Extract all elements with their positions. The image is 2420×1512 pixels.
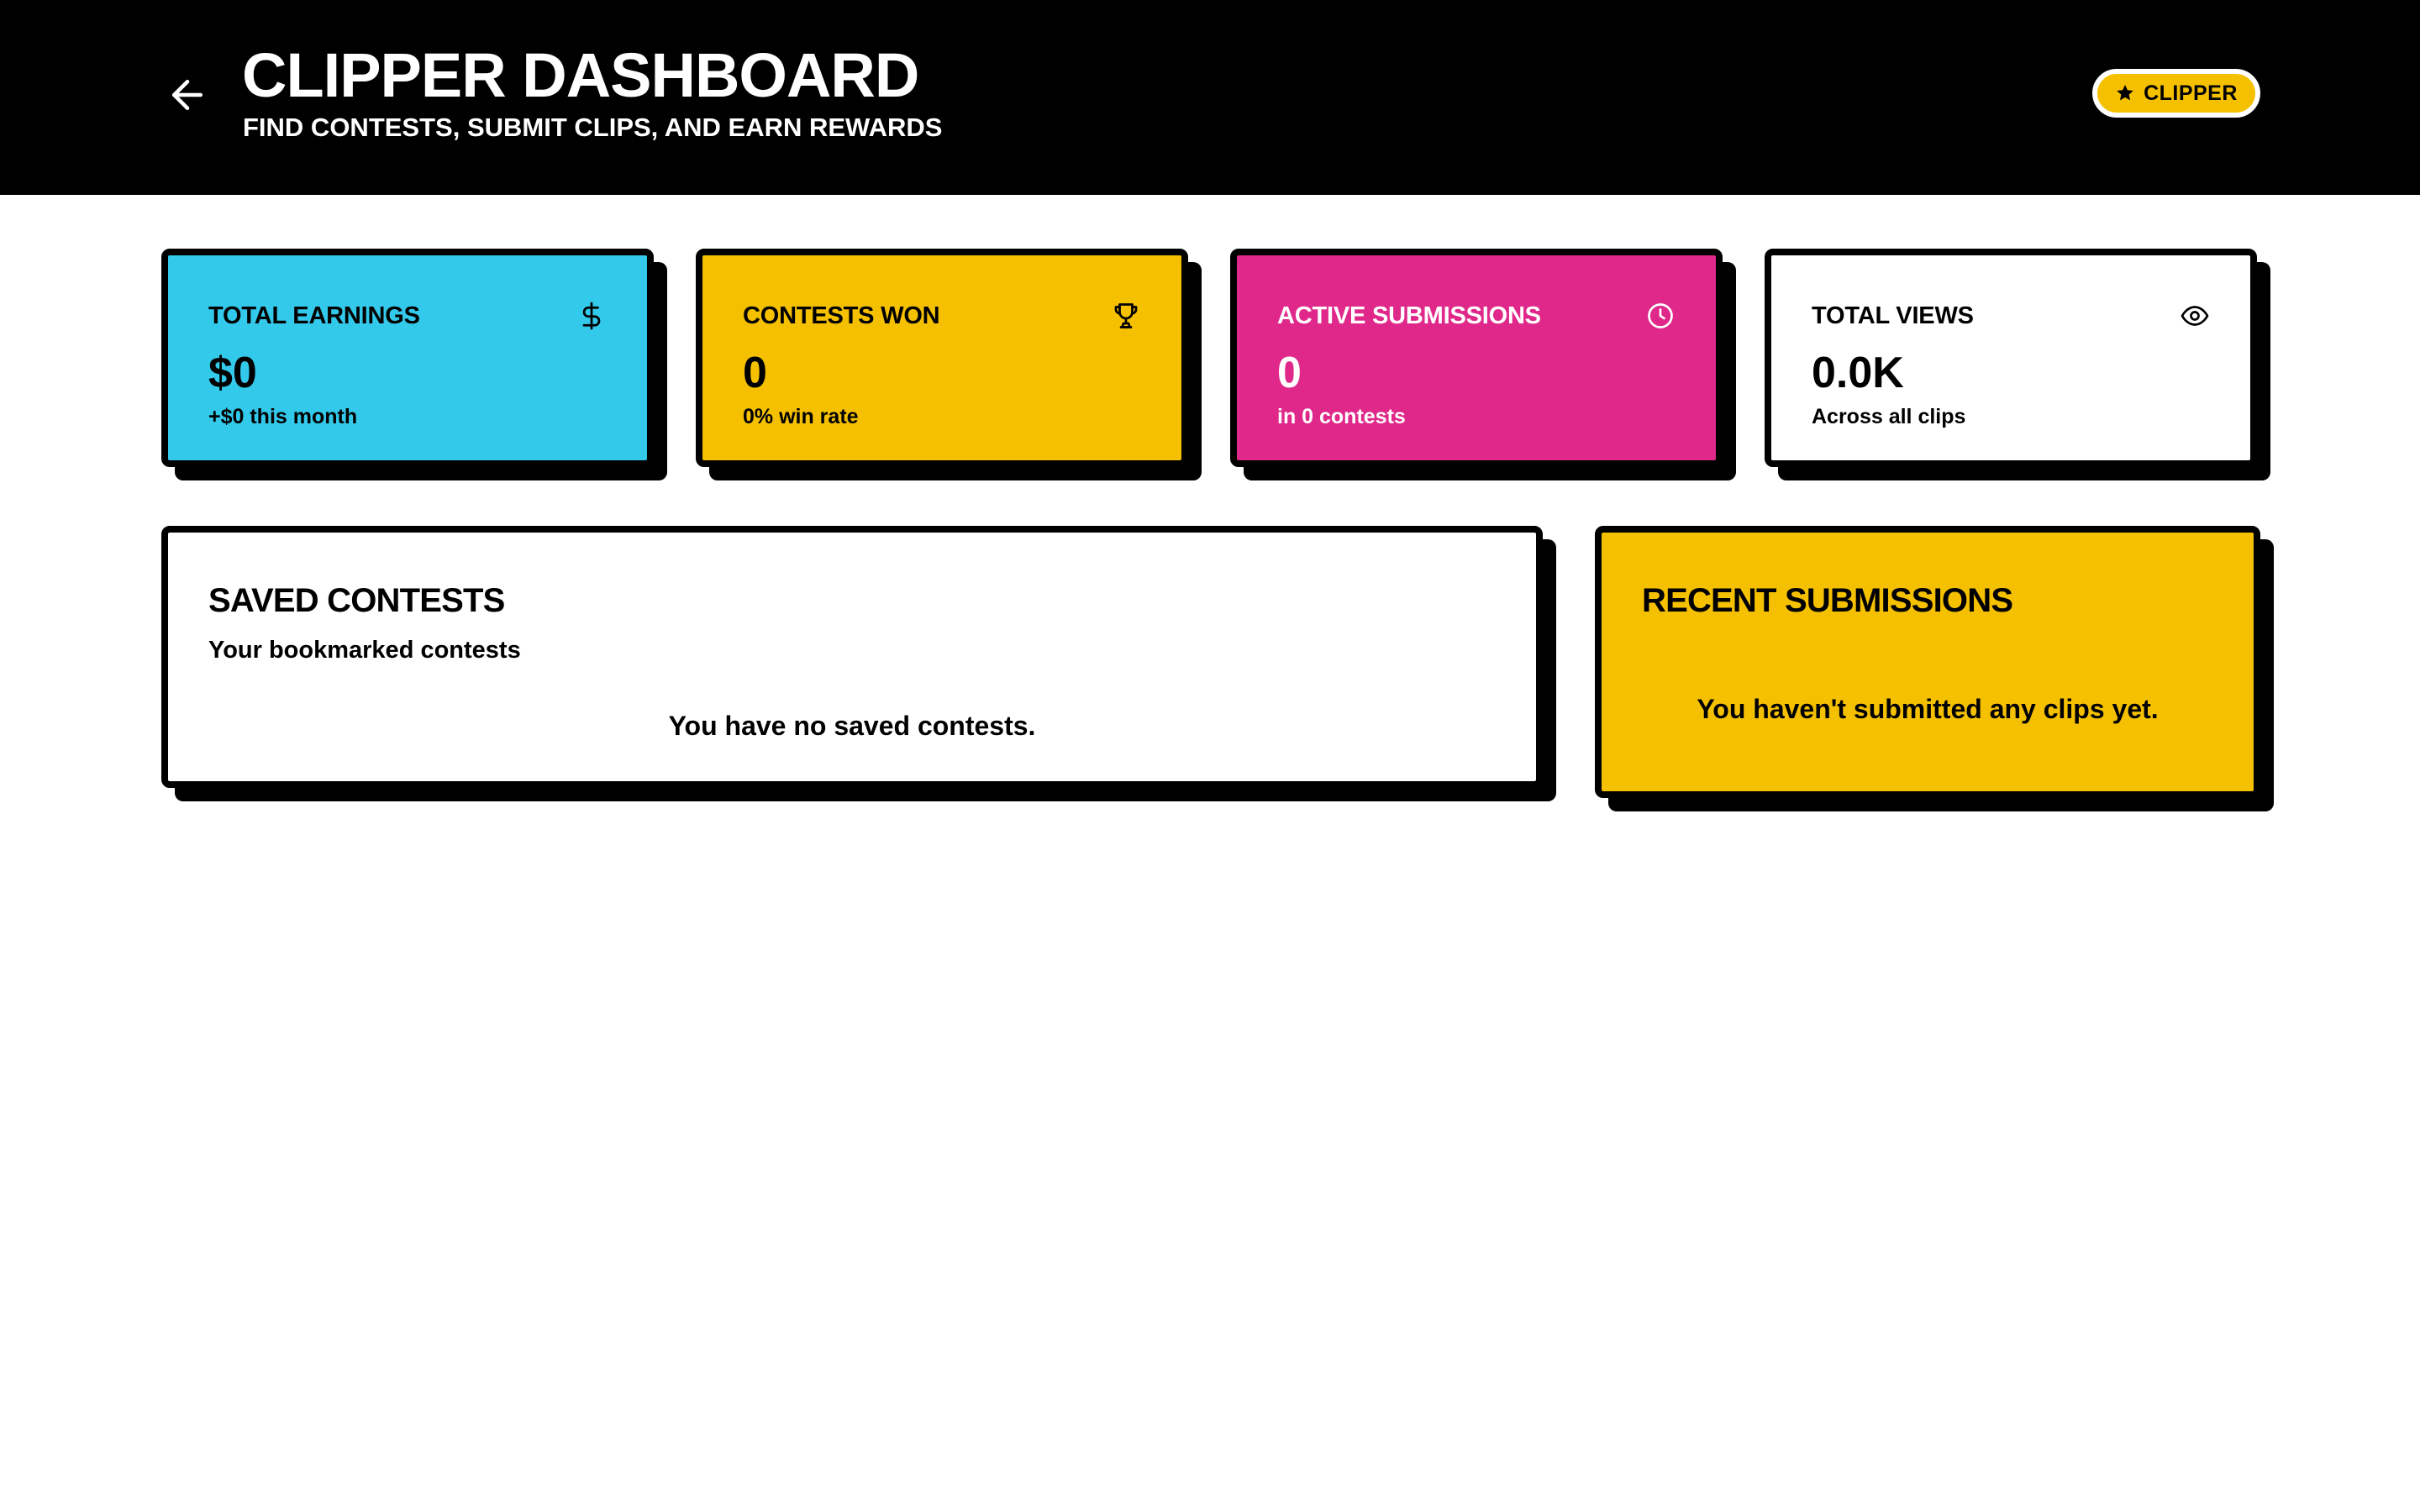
stat-card-active-submissions: ACTIVE SUBMISSIONS 0 in 0 contests: [1230, 249, 1723, 467]
role-badge: CLIPPER: [2092, 69, 2260, 118]
saved-contests-title: SAVED CONTESTS: [208, 582, 505, 619]
stat-label: ACTIVE SUBMISSIONS: [1277, 302, 1541, 329]
saved-contests-panel: SAVED CONTESTS Your bookmarked contests …: [161, 526, 1543, 788]
page-subtitle: FIND CONTESTS, SUBMIT CLIPS, AND EARN RE…: [243, 113, 943, 142]
stat-sub: in 0 contests: [1277, 405, 1406, 428]
page-title: CLIPPER DASHBOARD: [242, 40, 919, 110]
stat-label: CONTESTS WON: [743, 302, 940, 329]
recent-submissions-empty-message: You haven't submitted any clips yet.: [1697, 694, 2159, 724]
saved-contests-empty-message: You have no saved contests.: [668, 711, 1036, 741]
star-icon: [2117, 85, 2133, 101]
recent-submissions-panel: RECENT SUBMISSIONS You haven't submitted…: [1595, 526, 2260, 798]
stat-sub: Across all clips: [1812, 405, 1966, 428]
stat-card-total-earnings: TOTAL EARNINGS $0 +$0 this month: [161, 249, 654, 467]
stat-value: 0.0K: [1812, 349, 1904, 397]
saved-contests-subtitle: Your bookmarked contests: [208, 637, 521, 664]
dollar-icon: [576, 301, 607, 331]
arrow-left-icon: [172, 80, 203, 110]
back-button[interactable]: [165, 72, 210, 118]
stat-value: $0: [208, 349, 257, 397]
stat-label: TOTAL EARNINGS: [208, 302, 420, 329]
recent-submissions-title: RECENT SUBMISSIONS: [1642, 582, 2013, 619]
stat-value: 0: [743, 349, 767, 397]
dashboard-header: CLIPPER DASHBOARD FIND CONTESTS, SUBMIT …: [0, 0, 2420, 195]
clock-icon: [1645, 301, 1676, 331]
trophy-icon: [1111, 301, 1141, 331]
stat-label: TOTAL VIEWS: [1812, 302, 1974, 329]
eye-icon: [2180, 301, 2210, 331]
stat-card-total-views: TOTAL VIEWS 0.0K Across all clips: [1765, 249, 2257, 467]
stat-value: 0: [1277, 349, 1302, 397]
stat-sub: +$0 this month: [208, 405, 358, 428]
role-badge-label: CLIPPER: [2144, 81, 2238, 105]
stat-sub: 0% win rate: [743, 405, 859, 428]
stat-card-contests-won: CONTESTS WON 0 0% win rate: [696, 249, 1188, 467]
